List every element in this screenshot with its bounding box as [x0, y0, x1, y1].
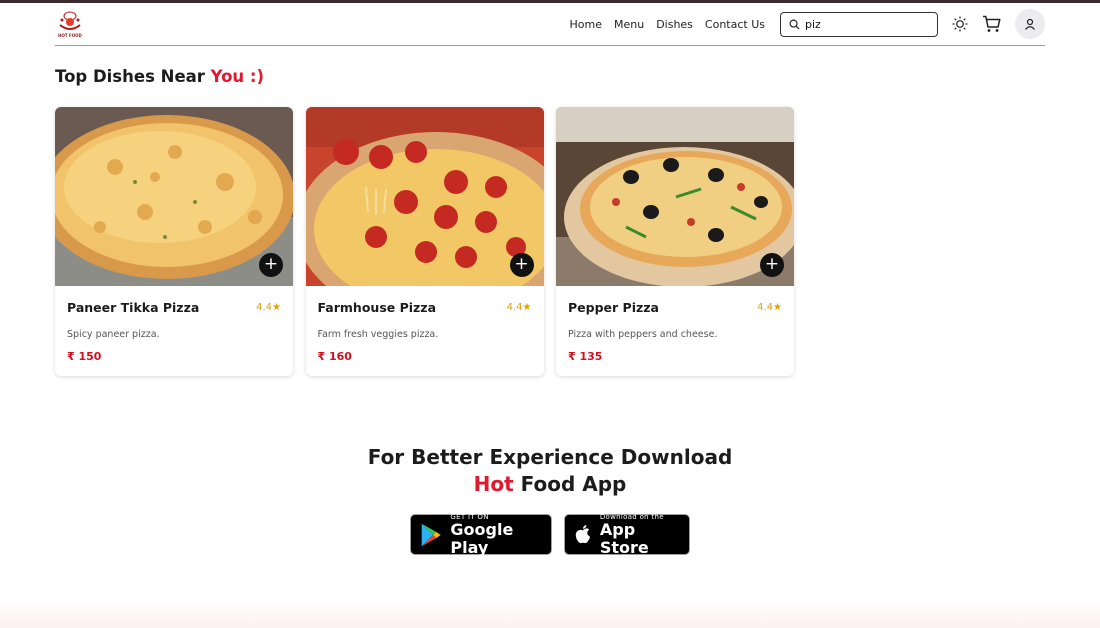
dish-price: ₹ 150 [67, 350, 102, 363]
chef-logo-icon [59, 11, 81, 30]
dish-card[interactable]: + Pepper Pizza 4.4★ Pizza with peppers a… [556, 107, 794, 376]
app-store-big: App Store [599, 519, 649, 557]
dish-cards: + Paneer Tikka Pizza 4.4★ Spicy paneer p… [55, 107, 807, 376]
google-play-big: Google Play [450, 519, 514, 557]
theme-toggle[interactable] [952, 16, 968, 32]
section-title-prefix: Top Dishes Near [55, 67, 205, 86]
dish-name: Paneer Tikka Pizza [67, 300, 200, 315]
star-icon: ★ [522, 302, 532, 313]
logo[interactable]: HOT FOOD [55, 9, 85, 39]
add-to-cart-button[interactable]: + [259, 253, 283, 277]
profile-button[interactable] [1015, 9, 1045, 39]
dish-description: Pizza with peppers and cheese. [568, 329, 718, 340]
dish-rating: 4.4★ [757, 302, 782, 313]
google-play-icon [421, 523, 441, 546]
add-to-cart-button[interactable]: + [760, 253, 784, 277]
section-title-accent: You :) [210, 67, 265, 86]
dish-rating: 4.4★ [506, 302, 532, 313]
sun-icon [952, 16, 968, 32]
nav-contact[interactable]: Contact Us [705, 18, 765, 31]
nav-menu[interactable]: Menu [614, 18, 644, 31]
dish-name: Pepper Pizza [568, 300, 659, 315]
promo-rest: Food App [520, 472, 627, 496]
app-promo: For Better Experience Download Hot Food … [0, 444, 1100, 498]
nav-home[interactable]: Home [570, 18, 602, 31]
logo-text: HOT FOOD [58, 32, 82, 38]
cart-icon [983, 15, 1001, 32]
promo-accent: Hot [473, 472, 514, 496]
star-icon: ★ [272, 302, 281, 313]
dish-price: ₹ 135 [568, 350, 603, 363]
section-title: Top Dishes Near You :) [55, 67, 264, 86]
navbar: HOT FOOD Home Menu Dishes Contact Us [55, 3, 1045, 46]
app-store-button[interactable]: Download on the App Store [564, 513, 690, 557]
search-icon [789, 19, 800, 30]
dish-description: Spicy paneer pizza. [67, 329, 160, 340]
promo-line1: For Better Experience Download [367, 445, 733, 469]
store-buttons: GET IT ON Google Play Download on the Ap… [410, 513, 690, 557]
dish-card[interactable]: + Farmhouse Pizza 4.4★ Farm fresh veggie… [305, 107, 544, 376]
nav-links: Home Menu Dishes Contact Us [558, 18, 766, 31]
nav-dishes[interactable]: Dishes [656, 18, 693, 31]
dish-rating: 4.4★ [256, 302, 281, 313]
footer-fade [0, 598, 1100, 628]
apple-icon [575, 524, 591, 543]
cart-button[interactable] [982, 15, 1001, 33]
add-to-cart-button[interactable]: + [509, 253, 534, 277]
star-icon: ★ [773, 302, 782, 313]
google-play-button[interactable]: GET IT ON Google Play [410, 513, 552, 557]
dish-image: + [55, 107, 293, 286]
dish-card[interactable]: + Paneer Tikka Pizza 4.4★ Spicy paneer p… [55, 107, 293, 376]
search-box[interactable] [780, 11, 938, 37]
dish-description: Farm fresh veggies pizza. [317, 329, 439, 340]
promo-line2: Hot Food App [0, 471, 1100, 498]
dish-name: Farmhouse Pizza [317, 300, 437, 315]
search-input[interactable] [805, 17, 925, 31]
dish-price: ₹ 160 [317, 350, 352, 363]
user-icon [1025, 18, 1035, 30]
dish-image: + [305, 107, 544, 286]
dish-image: + [556, 107, 794, 286]
